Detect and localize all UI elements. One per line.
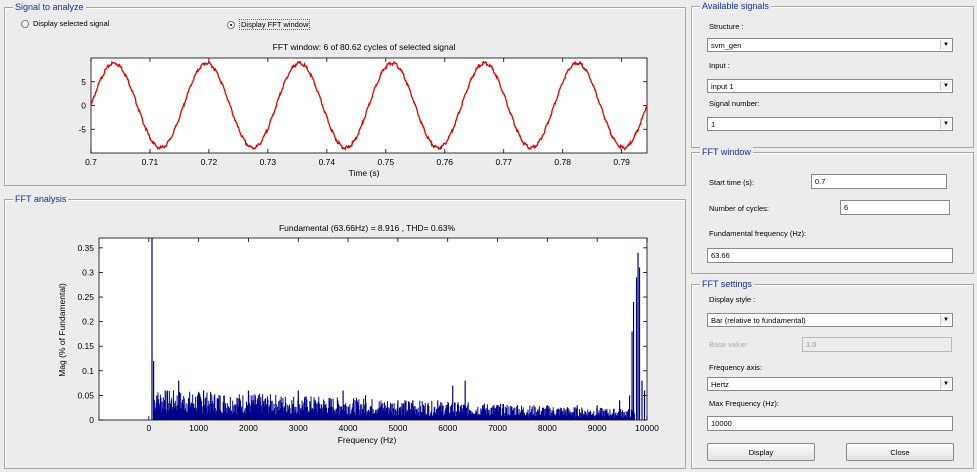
number-of-cycles-value: 6 xyxy=(844,203,849,212)
fft-window-panel: FFT window Start time (s): 0.7 Number of… xyxy=(691,147,974,274)
dropdown-arrow-icon[interactable]: ▼ xyxy=(940,81,951,91)
base-value-input: 1.0 xyxy=(802,337,952,352)
x-tick-label: 0.77 xyxy=(495,157,512,167)
x-tick-label: 0.79 xyxy=(613,157,630,167)
number-of-cycles-label: Number of cycles: xyxy=(709,204,770,213)
fundamental-frequency-input[interactable]: 63.66 xyxy=(707,248,953,263)
y-tick-label: 0.35 xyxy=(77,243,94,253)
x-tick-label: 0.73 xyxy=(260,157,277,167)
frequency-axis-select[interactable]: Hertz ▼ xyxy=(707,377,953,391)
start-time-label: Start time (s): xyxy=(709,178,755,187)
fft-plot-area xyxy=(98,237,648,421)
fft-chart: Fundamental (63.66Hz) = 8.916 , THD= 0.6… xyxy=(57,223,659,445)
x-tick-label: 6000 xyxy=(438,423,457,433)
time-xlabel: Time (s) xyxy=(349,168,380,178)
signal-to-analyze-panel: Signal to analyze Display selected signa… xyxy=(4,2,686,186)
input-value: input 1 xyxy=(711,81,734,91)
display-style-value: Bar (relative to fundamental) xyxy=(711,315,806,325)
x-tick-label: 2000 xyxy=(239,423,258,433)
structure-value: svm_gen xyxy=(711,40,742,50)
dropdown-arrow-icon[interactable]: ▼ xyxy=(940,379,951,389)
x-tick-label: 10000 xyxy=(635,423,659,433)
input-select[interactable]: input 1 ▼ xyxy=(707,79,953,93)
available-signals-panel: Available signals Structure : svm_gen ▼ … xyxy=(691,1,974,148)
y-tick-label: 0 xyxy=(89,415,94,425)
x-tick-label: 0.74 xyxy=(319,157,336,167)
structure-select[interactable]: svm_gen ▼ xyxy=(707,38,953,52)
y-tick-label: 0.3 xyxy=(82,267,94,277)
signal-number-select[interactable]: 1 ▼ xyxy=(707,117,953,131)
y-tick-label: 0 xyxy=(81,101,86,111)
x-tick-label: 0.71 xyxy=(142,157,159,167)
x-tick-label: 0.72 xyxy=(201,157,218,167)
time-signal-chart: FFT window: 6 of 80.62 cycles of selecte… xyxy=(78,42,648,178)
x-tick-label: 5000 xyxy=(388,423,407,433)
x-tick-label: 9000 xyxy=(588,423,607,433)
y-tick-label: 0.15 xyxy=(77,341,94,351)
display-style-select[interactable]: Bar (relative to fundamental) ▼ xyxy=(707,313,953,327)
frequency-axis-value: Hertz xyxy=(711,379,729,389)
fft-settings-title: FFT settings xyxy=(700,279,754,290)
display-style-label: Display style : xyxy=(709,295,756,304)
base-value-value: 1.0 xyxy=(806,340,817,349)
y-tick-label: 0.05 xyxy=(77,390,94,400)
x-tick-label: 0.78 xyxy=(554,157,571,167)
x-tick-label: 0 xyxy=(146,423,151,433)
fundamental-frequency-label: Fundamental frequency (Hz): xyxy=(709,229,807,238)
input-label: Input : xyxy=(709,61,730,70)
time-chart-title: FFT window: 6 of 80.62 cycles of selecte… xyxy=(273,42,456,52)
y-tick-label: 0.1 xyxy=(82,366,94,376)
fundamental-frequency-value: 63.66 xyxy=(711,251,730,260)
start-time-value: 0.7 xyxy=(815,177,826,186)
x-tick-label: 8000 xyxy=(538,423,557,433)
y-tick-label: -5 xyxy=(78,124,86,134)
close-button[interactable]: Close xyxy=(846,443,954,461)
fft-xlabel: Frequency (Hz) xyxy=(338,435,397,445)
dropdown-arrow-icon[interactable]: ▼ xyxy=(940,119,951,129)
dropdown-arrow-icon[interactable]: ▼ xyxy=(940,315,951,325)
fft-settings-panel: FFT settings Display style : Bar (relati… xyxy=(691,279,974,469)
fft-analysis-panel: FFT analysis Fundamental (63.66Hz) = 8.9… xyxy=(4,194,686,469)
signal-number-label: Signal number: xyxy=(709,99,760,108)
x-tick-label: 3000 xyxy=(289,423,308,433)
fft-ylabel: Mag (% of Fundamental) xyxy=(57,283,67,377)
y-tick-label: 5 xyxy=(81,77,86,87)
x-tick-label: 4000 xyxy=(339,423,358,433)
start-time-input[interactable]: 0.7 xyxy=(811,174,947,189)
x-tick-label: 0.75 xyxy=(378,157,395,167)
base-value-label: Base value: xyxy=(709,340,749,349)
x-tick-label: 0.76 xyxy=(436,157,453,167)
x-tick-label: 0.7 xyxy=(85,157,97,167)
frequency-axis-label: Frequency axis: xyxy=(709,363,762,372)
x-tick-label: 1000 xyxy=(189,423,208,433)
y-tick-label: 0.2 xyxy=(82,317,94,327)
dropdown-arrow-icon[interactable]: ▼ xyxy=(940,40,951,50)
fft-chart-title: Fundamental (63.66Hz) = 8.916 , THD= 0.6… xyxy=(279,223,456,233)
max-frequency-input[interactable]: 10000 xyxy=(707,416,953,431)
signal-number-value: 1 xyxy=(711,119,716,129)
y-tick-label: 0.25 xyxy=(77,292,94,302)
x-tick-label: 7000 xyxy=(488,423,507,433)
display-button[interactable]: Display xyxy=(707,443,815,461)
max-frequency-value: 10000 xyxy=(711,419,732,428)
fft-window-title: FFT window xyxy=(700,147,753,158)
structure-label: Structure : xyxy=(709,22,744,31)
max-frequency-label: Max Frequency (Hz): xyxy=(709,399,780,408)
number-of-cycles-input[interactable]: 6 xyxy=(840,200,950,215)
available-signals-title: Available signals xyxy=(700,1,771,12)
